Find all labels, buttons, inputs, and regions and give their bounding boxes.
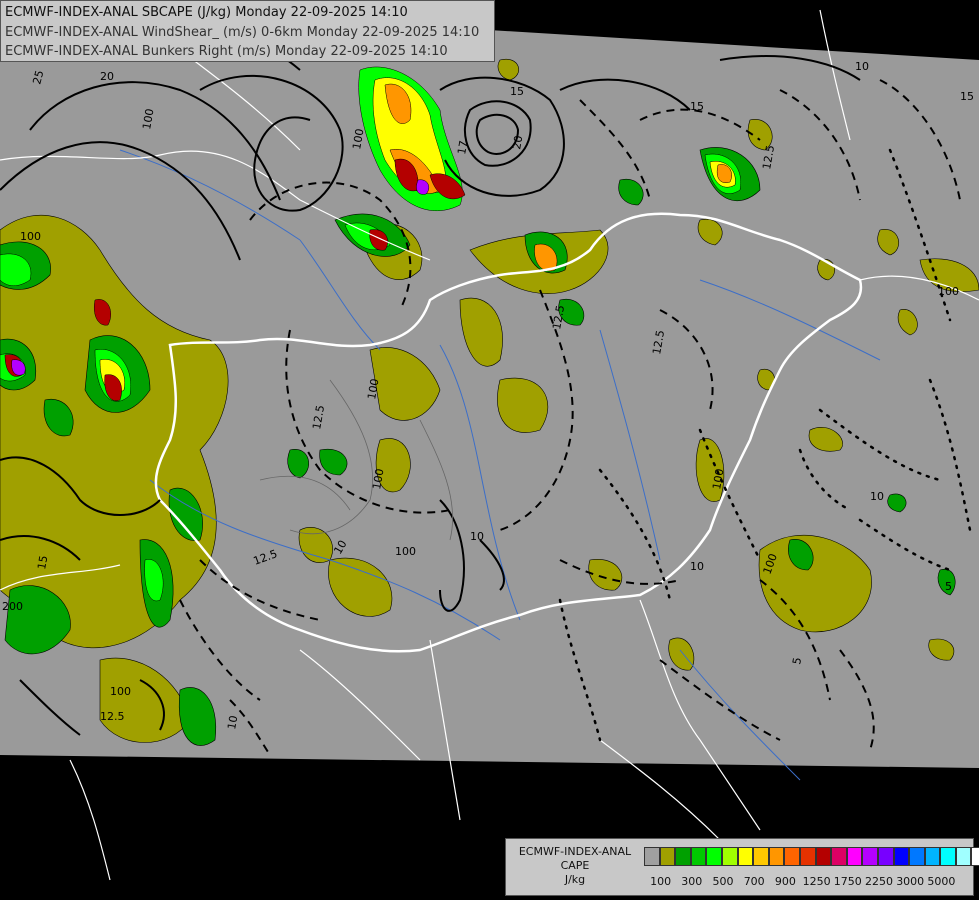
title-bunkers: ECMWF-INDEX-ANAL Bunkers Right (m/s) Mon… — [5, 44, 448, 59]
legend-swatch — [831, 847, 847, 866]
legend-title: ECMWF-INDEX-ANAL CAPE J/kg — [508, 845, 642, 887]
legend-swatch — [815, 847, 832, 866]
legend-swatches — [644, 847, 979, 866]
title-sbcape: ECMWF-INDEX-ANAL SBCAPE (J/kg) Monday 22… — [5, 5, 408, 20]
weather-map: 25 20 20 15 15 17 10 12.5 12.5 12.5 12.5… — [0, 0, 979, 900]
legend-swatch — [784, 847, 800, 866]
contour-label: 10 — [225, 714, 240, 730]
legend-swatch — [877, 847, 894, 866]
contour-label: 100 — [20, 230, 41, 243]
legend-title-unit: J/kg — [564, 873, 586, 886]
legend-swatch — [675, 847, 691, 866]
legend-swatch — [659, 847, 676, 866]
legend-swatch — [971, 847, 979, 866]
legend-swatch — [893, 847, 910, 866]
contour-label: 10 — [690, 560, 704, 573]
contour-label: 10 — [855, 60, 869, 73]
contour-label: 200 — [2, 600, 23, 613]
legend-label: 1750 — [833, 875, 862, 888]
contour-label: 10 — [870, 490, 884, 503]
cape-legend: ECMWF-INDEX-ANAL CAPE J/kg 100 300 500 700 9… — [505, 838, 979, 896]
legend-swatch — [846, 847, 863, 866]
legend-label: 900 — [774, 875, 796, 888]
legend-label: 2250 — [865, 875, 893, 888]
contour-label: 17 — [455, 139, 470, 155]
legend-swatch — [644, 847, 660, 866]
legend-swatch — [924, 847, 941, 866]
contour-label: 12.5 — [100, 710, 125, 723]
legend-swatch — [955, 847, 972, 866]
contour-label: 100 — [110, 685, 131, 698]
legend-label: 100 — [650, 875, 672, 888]
legend-swatch — [690, 847, 707, 866]
legend-swatch — [799, 847, 816, 866]
legend-swatch — [706, 847, 722, 866]
contour-label: 20 — [100, 70, 114, 83]
legend-title-variable: CAPE — [560, 859, 590, 872]
legend-label: 5000 — [927, 875, 956, 888]
contour-label: 20 — [510, 134, 525, 150]
legend-swatch — [721, 847, 738, 866]
legend-label: 500 — [712, 875, 734, 888]
legend-swatch — [862, 847, 878, 866]
legend-label: 1250 — [802, 875, 831, 888]
contour-label: 15 — [960, 90, 974, 103]
legend-swatch — [940, 847, 956, 866]
title-windshear: ECMWF-INDEX-ANAL WindShear_ (m/s) 0-6km … — [5, 24, 480, 40]
legend-swatch — [753, 847, 769, 866]
contour-label: 15 — [35, 554, 50, 570]
contour-label: 5 — [945, 580, 952, 593]
legend-swatch — [909, 847, 925, 866]
legend-swatch — [737, 847, 754, 866]
legend-labels: 100 300 500 700 900 1250 1750 2250 3000 5000 — [644, 875, 974, 889]
contour-label: 100 — [395, 545, 416, 558]
legend-swatch — [768, 847, 785, 866]
legend-label: 3000 — [896, 875, 925, 888]
map-title-box: ECMWF-INDEX-ANAL SBCAPE (J/kg) Monday 22… — [0, 0, 495, 62]
contour-label: 15 — [690, 100, 704, 113]
legend-label: 300 — [681, 875, 703, 888]
contour-label: 10 — [470, 530, 484, 543]
legend-title-source: ECMWF-INDEX-ANAL — [518, 845, 632, 858]
legend-label: 700 — [743, 875, 765, 888]
contour-label: 100 — [938, 285, 959, 298]
contour-label: 15 — [510, 85, 524, 98]
